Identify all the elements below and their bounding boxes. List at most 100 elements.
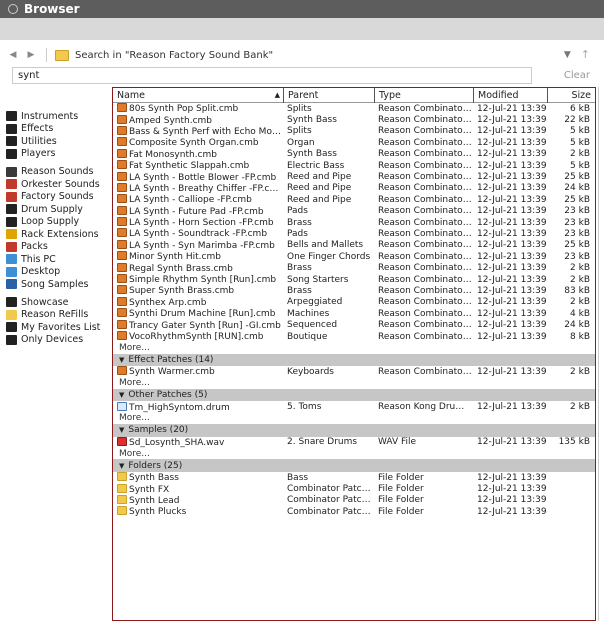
- clear-button[interactable]: Clear: [564, 70, 590, 81]
- table-row[interactable]: Trancy Gater Synth [Run] -GI.cmb Sequence…: [113, 319, 595, 331]
- cell-parent: Pads: [287, 228, 308, 239]
- sidebar-item-my-favorites-list[interactable]: My Favorites List: [6, 321, 110, 333]
- sidebar-item-loop-supply[interactable]: Loop Supply: [6, 216, 110, 228]
- window-dot-icon[interactable]: [8, 4, 18, 14]
- cell-name: Bass & Synth Perf with Echo Mod [...: [113, 125, 283, 137]
- cell-size: 25 kB: [564, 240, 590, 251]
- sidebar-item-desktop[interactable]: Desktop: [6, 266, 110, 278]
- table-row[interactable]: Synthex Arp.cmb Arpeggiated Reason Combina…: [113, 296, 595, 308]
- table-row[interactable]: Simple Rhythm Synth [Run].cmb Song Starte…: [113, 274, 595, 285]
- scope-dropdown-icon[interactable]: ▼: [564, 50, 571, 60]
- sidebar-item-song-samples[interactable]: Song Samples: [6, 278, 110, 290]
- cell-parent: Pads: [287, 206, 308, 217]
- column-header-type[interactable]: Type: [374, 88, 473, 103]
- file-name: Synthi Drum Machine [Run].cmb: [129, 309, 276, 320]
- sidebar-item-this-pc[interactable]: This PC: [6, 253, 110, 265]
- table-row[interactable]: Fat Monosynth.cmb Synth Bass Reason Combin…: [113, 148, 595, 160]
- column-header-size[interactable]: Size: [547, 88, 595, 103]
- sidebar-item-factory-sounds[interactable]: Factory Sounds: [6, 191, 110, 203]
- cell-type: Reason Combinator ...: [378, 172, 473, 183]
- cell-name: Synthex Arp.cmb: [113, 296, 283, 308]
- file-fold-icon: [117, 472, 127, 482]
- sidebar-item-utilities[interactable]: Utilities: [6, 135, 110, 147]
- collapse-triangle-icon[interactable]: ▼: [119, 356, 124, 364]
- table-row[interactable]: Tm_HighSyntom.drum 5. Toms Reason Kong Dru…: [113, 401, 595, 413]
- cell-parent: Bells and Mallets: [287, 240, 364, 251]
- table-row[interactable]: Fat Synthetic Slappah.cmb Electric Bass Re…: [113, 160, 595, 171]
- table-row[interactable]: Synth Lead Combinator Patch... File Folder…: [113, 494, 595, 506]
- sidebar-item-reason-sounds[interactable]: Reason Sounds: [6, 166, 110, 178]
- cell-name: Regal Synth Brass.cmb: [113, 262, 283, 274]
- sidebar-item-effects[interactable]: Effects: [6, 123, 110, 135]
- table-row[interactable]: Regal Synth Brass.cmb Brass Reason Combina…: [113, 262, 595, 274]
- table-row[interactable]: Synth Plucks Combinator Patch... File Fold…: [113, 506, 595, 517]
- sidebar-item-only-devices[interactable]: Only Devices: [6, 334, 110, 346]
- collapse-triangle-icon[interactable]: ▼: [119, 426, 124, 434]
- table-row[interactable]: Minor Synth Hit.cmb One Finger Chords Reas…: [113, 251, 595, 262]
- more-link[interactable]: More...: [113, 448, 595, 459]
- table-row[interactable]: Synthi Drum Machine [Run].cmb Machines Rea…: [113, 308, 595, 319]
- sidebar-item-showcase[interactable]: Showcase: [6, 296, 110, 308]
- column-header-modified[interactable]: Modified: [473, 88, 547, 103]
- column-header-parent[interactable]: Parent: [283, 88, 374, 103]
- table-row[interactable]: LA Synth - Future Pad -FP.cmb Pads Reason …: [113, 205, 595, 217]
- table-row[interactable]: LA Synth - Breathy Chiffer -FP.cmb Reed a…: [113, 182, 595, 194]
- table-row[interactable]: Sd_Losynth_SHA.wav 2. Snare Drums WAV File…: [113, 436, 595, 448]
- players-icon: [6, 148, 17, 159]
- cell-type: File Folder: [378, 472, 424, 483]
- up-arrow-icon[interactable]: ↑: [581, 48, 590, 61]
- table-row[interactable]: Synth FX Combinator Patch... File Folder 12…: [113, 483, 595, 495]
- sidebar-item-orkester-sounds[interactable]: Orkester Sounds: [6, 178, 110, 190]
- more-link[interactable]: More...: [113, 413, 595, 424]
- table-row[interactable]: LA Synth - Horn Section -FP.cmb Brass Reas…: [113, 217, 595, 228]
- section-header[interactable]: ▼ Folders (25): [113, 459, 595, 472]
- forward-icon[interactable]: ▶: [24, 48, 38, 62]
- table-row[interactable]: Synth Bass Bass File Folder 12-Jul-21 13:39: [113, 472, 595, 483]
- cell-name: Fat Synthetic Slappah.cmb: [113, 160, 283, 171]
- table-row[interactable]: Super Synth Brass.cmb Brass Reason Combina…: [113, 285, 595, 296]
- cell-type: Reason Combinator ...: [378, 206, 473, 217]
- collapse-triangle-icon[interactable]: ▼: [119, 391, 124, 399]
- sidebar-item-reason-refills[interactable]: Reason ReFills: [6, 309, 110, 321]
- table-row[interactable]: LA Synth - Bottle Blower -FP.cmb Reed and…: [113, 171, 595, 183]
- table-row[interactable]: Composite Synth Organ.cmb Organ Reason Com…: [113, 137, 595, 148]
- section-header[interactable]: ▼ Samples (20): [113, 424, 595, 437]
- section-header[interactable]: ▼ Effect Patches (14): [113, 353, 595, 367]
- table-row[interactable]: LA Synth - Soundtrack -FP.cmb Pads Reason …: [113, 228, 595, 239]
- table-row[interactable]: LA Synth - Calliope -FP.cmb Reed and Pipe…: [113, 194, 595, 205]
- cell-modified: 12-Jul-21 13:39: [477, 126, 547, 137]
- cell-size: 2 kB: [570, 263, 590, 274]
- more-link[interactable]: More...: [113, 377, 595, 388]
- section-header[interactable]: ▼ Other Patches (5): [113, 388, 595, 402]
- sidebar-item-instruments[interactable]: Instruments: [6, 110, 110, 122]
- table-row[interactable]: Bass & Synth Perf with Echo Mod [... Spli…: [113, 125, 595, 137]
- folder-icon: [6, 309, 17, 320]
- sidebar-item-rack-extensions[interactable]: Rack Extensions: [6, 228, 110, 240]
- cell-type: Reason Combinator ...: [378, 240, 473, 251]
- column-header-name[interactable]: Name ▲: [113, 88, 283, 103]
- cell-modified: 12-Jul-21 13:39: [477, 274, 547, 285]
- search-scope-label[interactable]: Search in "Reason Factory Sound Bank": [75, 50, 273, 61]
- file-comb-icon: [117, 148, 127, 158]
- cell-modified: 12-Jul-21 13:39: [477, 194, 547, 205]
- table-row[interactable]: 80s Synth Pop Split.cmb Splits Reason Comb…: [113, 103, 595, 114]
- cell-parent: Reed and Pipe: [287, 194, 352, 205]
- table-row[interactable]: LA Synth - Syn Marimba -FP.cmb Bells and …: [113, 239, 595, 251]
- sidebar-item-packs[interactable]: Packs: [6, 241, 110, 253]
- back-icon[interactable]: ◀: [6, 48, 20, 62]
- packs-icon: [6, 241, 17, 252]
- scrollbar-track[interactable]: [598, 87, 599, 621]
- more-link[interactable]: More...: [113, 342, 595, 353]
- table-row[interactable]: VocoRhythmSynth [RUN].cmb Boutique Reason …: [113, 331, 595, 342]
- cell-modified: 12-Jul-21 13:39: [477, 366, 547, 377]
- file-fold-icon: [117, 506, 127, 516]
- table-row[interactable]: Amped Synth.cmb Synth Bass Reason Combinat…: [113, 114, 595, 126]
- sidebar: Instruments Effects Utilities Players Reason…: [6, 110, 110, 352]
- search-input[interactable]: [12, 67, 532, 84]
- collapse-triangle-icon[interactable]: ▼: [119, 462, 124, 470]
- sidebar-item-drum-supply[interactable]: Drum Supply: [6, 203, 110, 215]
- sidebar-item-players[interactable]: Players: [6, 148, 110, 160]
- cell-modified: 12-Jul-21 13:39: [477, 240, 547, 251]
- file-name: Bass & Synth Perf with Echo Mod [...: [129, 126, 283, 137]
- table-row[interactable]: Synth Warmer.cmb Keyboards Reason Combinat…: [113, 366, 595, 377]
